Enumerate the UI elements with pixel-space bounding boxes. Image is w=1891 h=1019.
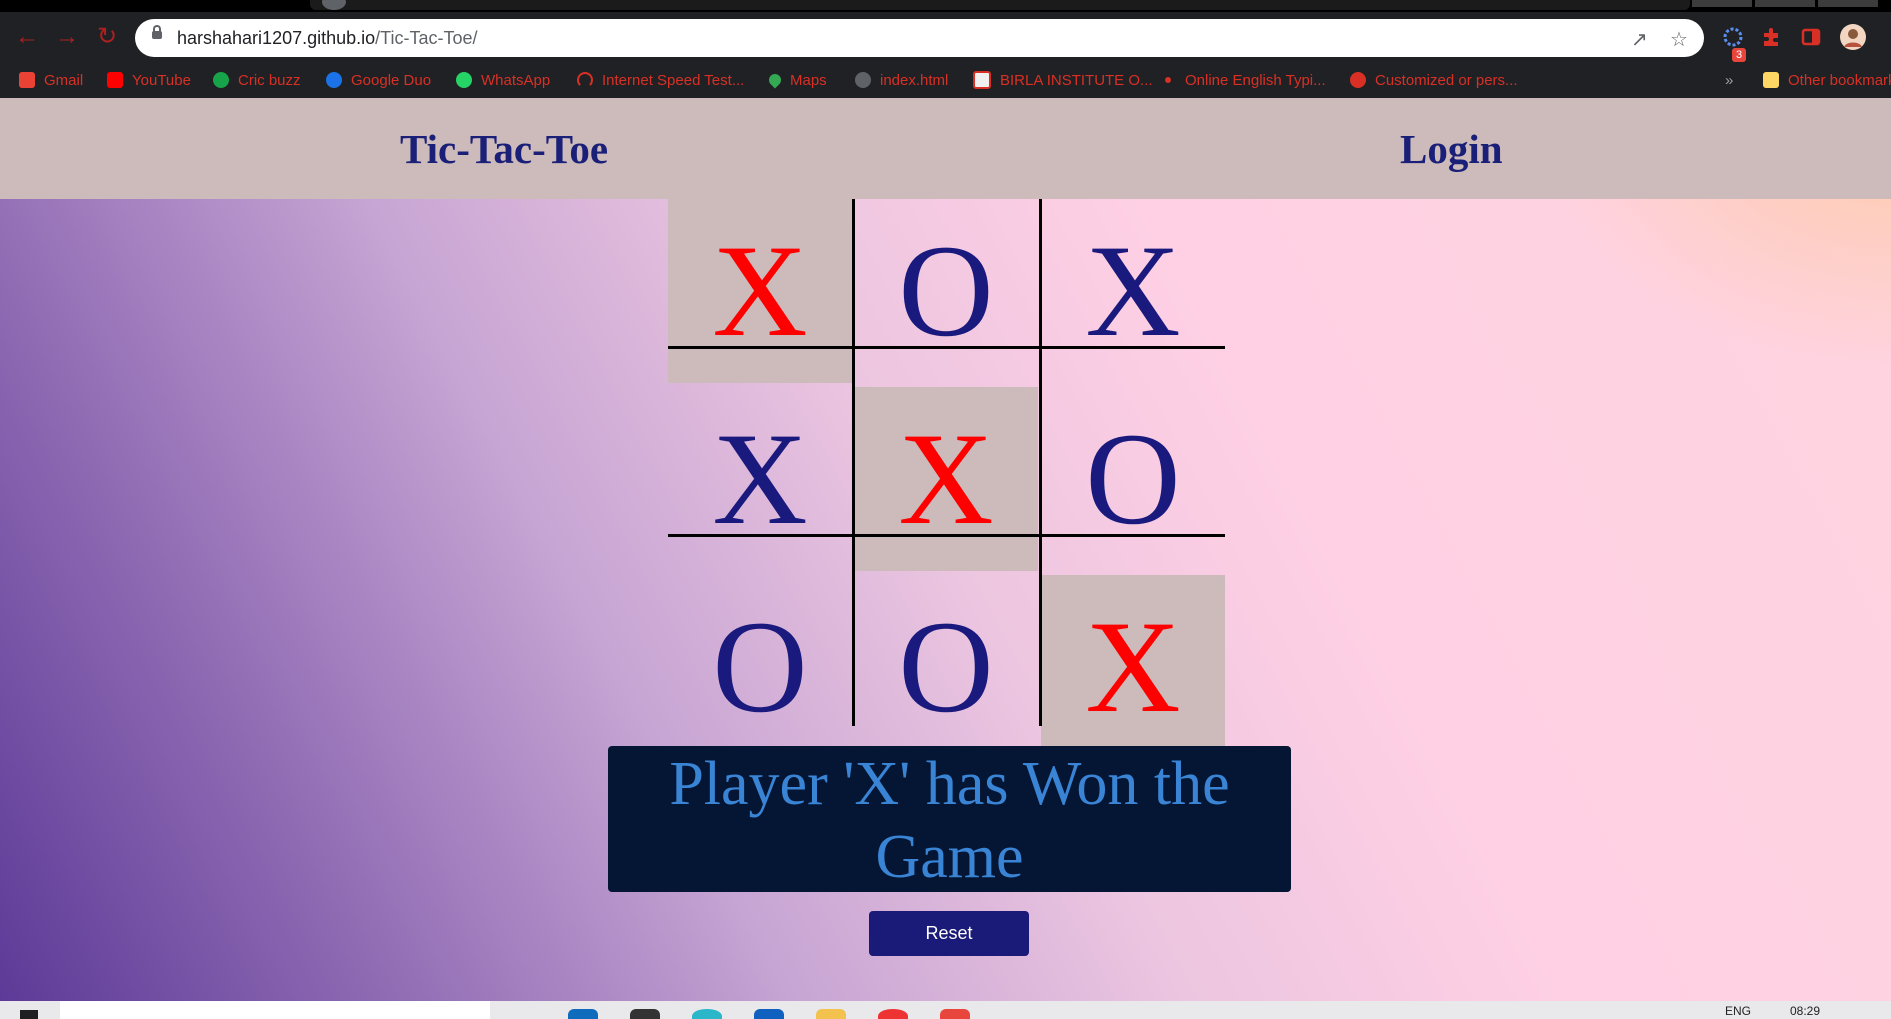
board-cell-x[interactable]: X — [668, 199, 852, 383]
bookmark-online-typing[interactable]: Online English Typi... — [1160, 62, 1326, 98]
bookmark-customized[interactable]: Customized or pers... — [1350, 62, 1518, 98]
maps-pin-icon — [766, 71, 784, 89]
reset-button[interactable]: Reset — [869, 911, 1029, 956]
url-text[interactable]: harshahari1207.github.io/Tic-Tac-Toe/ — [177, 28, 478, 49]
bookmark-label: BIRLA INSTITUTE O... — [1000, 71, 1153, 89]
minimize-button[interactable] — [1692, 0, 1752, 7]
extension-badge: 3 — [1732, 48, 1746, 62]
grid-line-vertical — [852, 199, 855, 726]
bookmark-maps[interactable]: Maps — [766, 62, 827, 98]
whatsapp-icon — [456, 72, 472, 88]
browser-tab[interactable] — [310, 0, 1690, 10]
globe-icon — [855, 72, 871, 88]
close-window-button[interactable] — [1818, 0, 1878, 7]
bookmark-gmail[interactable]: Gmail — [19, 62, 83, 98]
bookmarks-bar: Gmail YouTube Cric buzz Google Duo Whats… — [0, 62, 1891, 98]
board-cell-x[interactable]: X — [1041, 199, 1225, 383]
board-cell-x[interactable]: X — [668, 387, 852, 571]
file-explorer-icon[interactable] — [816, 1009, 846, 1019]
board-cell-o[interactable]: O — [854, 575, 1038, 759]
language-indicator[interactable]: ENG — [1725, 1004, 1751, 1018]
gift-icon — [1350, 72, 1366, 88]
grid-line-horizontal — [668, 534, 1225, 537]
bits-icon — [973, 71, 991, 89]
gmail-icon — [19, 72, 35, 88]
back-arrow-icon[interactable]: ← — [14, 24, 40, 50]
folder-icon — [1763, 72, 1779, 88]
board-cell-o[interactable]: O — [668, 575, 852, 759]
chevron-right-icon: » — [1725, 71, 1734, 89]
board-cell-o[interactable]: O — [1041, 387, 1225, 571]
taskbar-search-box[interactable] — [60, 1001, 490, 1019]
more-bookmarks-button[interactable]: » — [1725, 62, 1733, 98]
reload-icon[interactable]: ↻ — [94, 24, 120, 50]
maximize-button[interactable] — [1755, 0, 1815, 7]
typing-icon — [1165, 77, 1171, 83]
grid-line-horizontal — [668, 346, 1225, 349]
bookmark-label: Online English Typi... — [1185, 71, 1326, 89]
board-cell-x[interactable]: X — [1041, 575, 1225, 759]
bookmark-label: Cric buzz — [238, 71, 301, 89]
bookmark-label: Internet Speed Test... — [602, 71, 745, 89]
game-board: X O X X X O O O X — [668, 199, 1225, 759]
speedometer-icon — [577, 72, 593, 88]
address-bar[interactable]: harshahari1207.github.io/Tic-Tac-Toe/ ↗ … — [135, 19, 1704, 57]
share-icon[interactable]: ↗ — [1631, 27, 1648, 52]
bookmark-speed-test[interactable]: Internet Speed Test... — [577, 62, 744, 98]
bookmark-google-duo[interactable]: Google Duo — [326, 62, 431, 98]
board-cell-o[interactable]: O — [854, 199, 1038, 383]
bookmark-label: Maps — [790, 71, 827, 89]
board-cell-x[interactable]: X — [854, 387, 1038, 571]
app-icon[interactable] — [940, 1009, 970, 1019]
url-host: harshahari1207.github.io — [177, 28, 376, 48]
forward-arrow-icon[interactable]: → — [54, 24, 80, 50]
terminal-app-icon[interactable] — [630, 1009, 660, 1019]
bookmark-label: WhatsApp — [481, 71, 551, 89]
windows-start-icon[interactable] — [20, 1010, 38, 1019]
cricbuzz-icon — [213, 72, 229, 88]
bookmark-index-html[interactable]: index.html — [855, 62, 948, 98]
google-duo-icon — [326, 72, 342, 88]
grid-line-vertical — [1039, 199, 1042, 726]
winner-message: Player 'X' has Won the Game — [669, 750, 1230, 891]
page-content: Tic-Tac-Toe Login X O X X X O O O X Play… — [0, 98, 1891, 1001]
clock-time[interactable]: 08:29 — [1790, 1004, 1820, 1018]
bookmark-label: Google Duo — [351, 71, 432, 89]
bookmark-star-icon[interactable]: ☆ — [1670, 27, 1688, 52]
bookmark-label: index.html — [880, 71, 949, 89]
site-title[interactable]: Tic-Tac-Toe — [400, 125, 608, 173]
browser-toolbar: ← → ↻ harshahari1207.github.io/Tic-Tac-T… — [0, 12, 1891, 62]
store-icon[interactable] — [754, 1009, 784, 1019]
side-panel-icon[interactable] — [1800, 26, 1822, 48]
extensions-puzzle-icon[interactable] — [1760, 26, 1782, 48]
site-header: Tic-Tac-Toe Login — [0, 98, 1891, 199]
bookmark-label: Customized or pers... — [1375, 71, 1518, 89]
edge-icon[interactable] — [692, 1009, 722, 1019]
lock-icon[interactable] — [152, 25, 162, 39]
bookmark-cricbuzz[interactable]: Cric buzz — [213, 62, 301, 98]
result-banner: Player 'X' has Won the Game — [608, 746, 1291, 892]
extension-icon[interactable] — [1722, 26, 1744, 48]
windows-taskbar: ENG 08:29 — [0, 1001, 1891, 1019]
bookmark-label: YouTube — [132, 71, 191, 89]
bookmark-label: Gmail — [44, 71, 84, 89]
bookmark-label: Other bookmarks — [1788, 71, 1891, 89]
browser-tab-strip — [0, 0, 1891, 12]
bookmark-whatsapp[interactable]: WhatsApp — [456, 62, 550, 98]
login-link[interactable]: Login — [1400, 125, 1503, 173]
chrome-icon[interactable] — [878, 1009, 908, 1019]
other-bookmarks-folder[interactable]: Other bookmarks — [1763, 62, 1891, 98]
mail-app-icon[interactable] — [568, 1009, 598, 1019]
profile-avatar[interactable] — [1840, 24, 1866, 50]
bookmark-birla-institute[interactable]: BIRLA INSTITUTE O... — [973, 62, 1153, 98]
url-path: /Tic-Tac-Toe/ — [375, 28, 478, 48]
youtube-icon — [107, 72, 123, 88]
bookmark-youtube[interactable]: YouTube — [107, 62, 191, 98]
